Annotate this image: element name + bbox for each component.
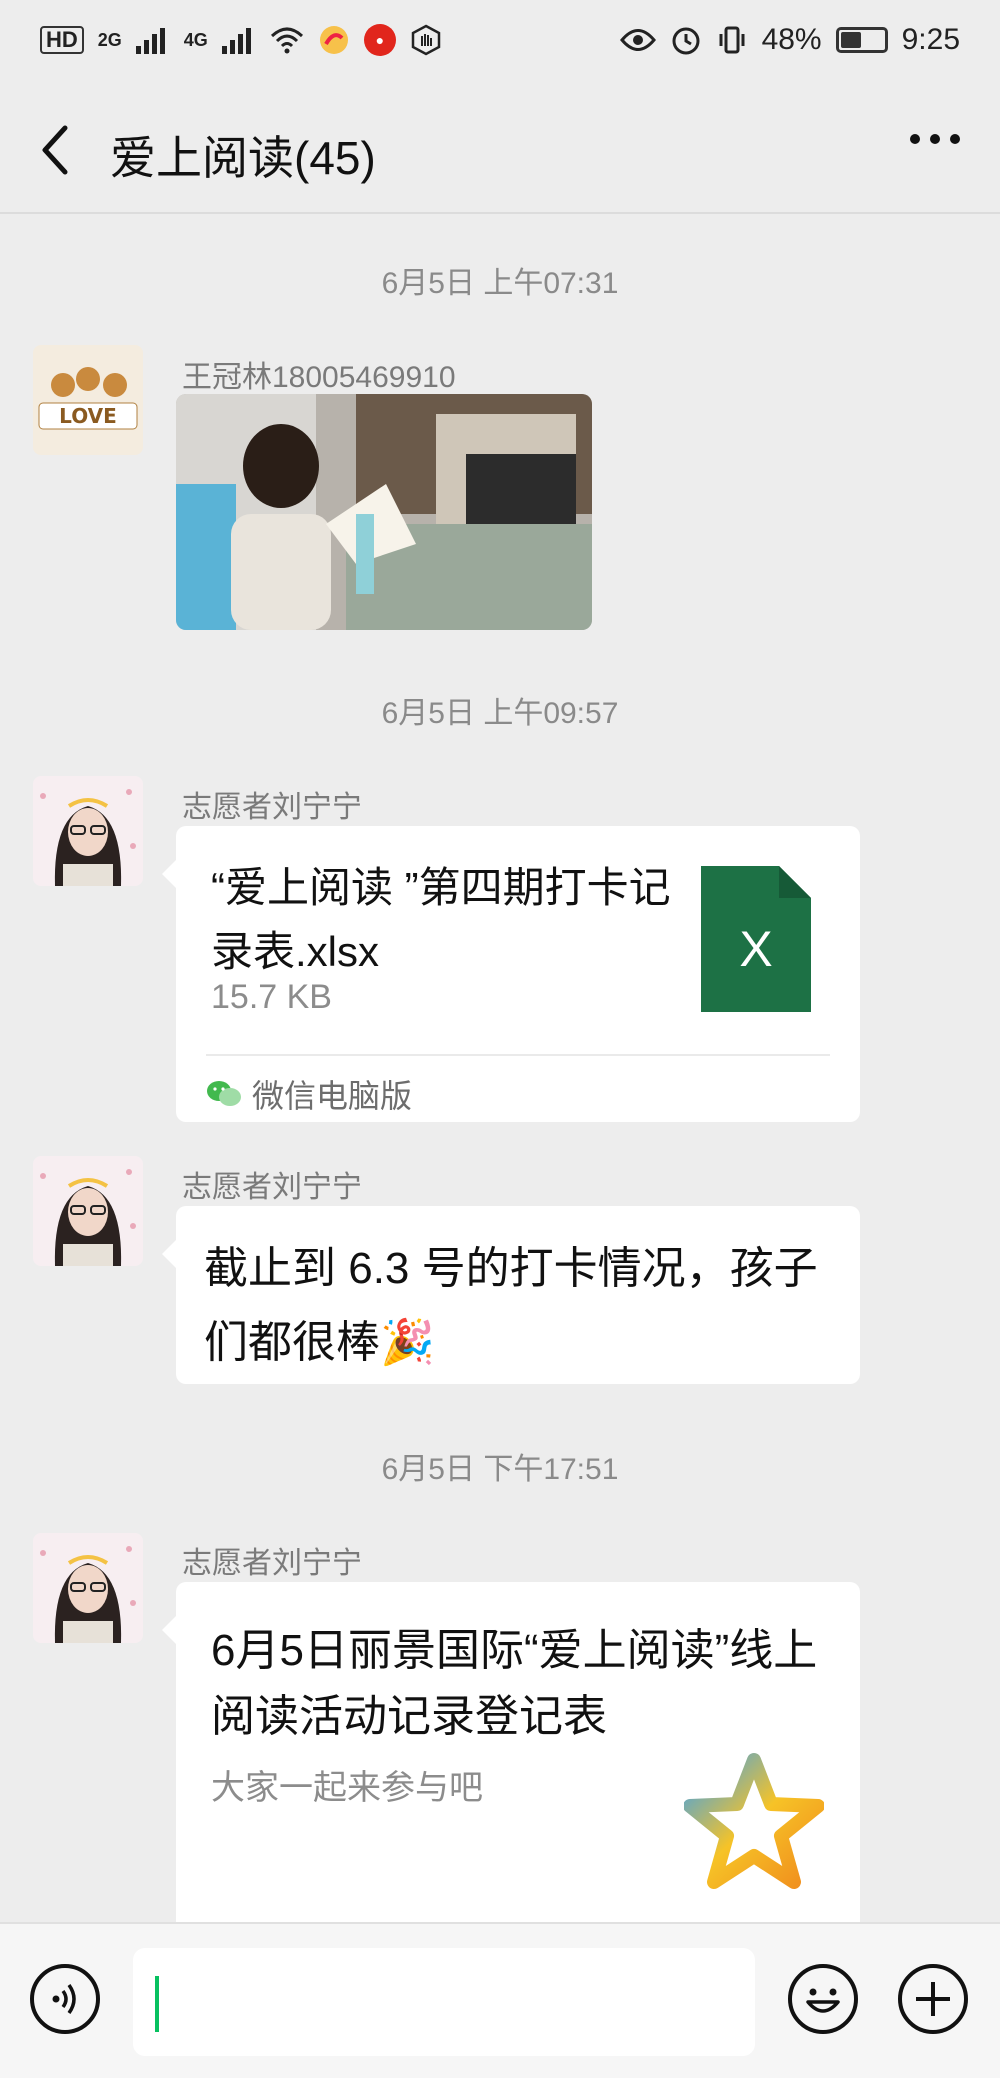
link-message[interactable]: 6月5日丽景国际“爱上阅读”线上阅读活动记录登记表 大家一起来参与吧	[162, 1582, 860, 1922]
header-divider	[0, 212, 1000, 214]
file-divider	[206, 1054, 830, 1056]
battery-level	[840, 32, 861, 48]
timestamp: 6月5日 下午17:51	[381, 1453, 619, 1486]
chat-title: 爱上阅读(45)	[110, 132, 376, 184]
eye-icon	[619, 29, 656, 51]
message-text: 截止到 6.3 号的打卡情况，孩子们都很棒🎉	[204, 1244, 818, 1367]
back-arrow-icon[interactable]	[35, 120, 75, 180]
hd-badge: HD	[40, 26, 84, 54]
battery-icon	[835, 27, 888, 53]
input-bar	[0, 1922, 1000, 2078]
voice-input-button[interactable]	[30, 1964, 100, 2034]
timestamp: 6月5日 上午07:31	[381, 267, 619, 300]
timestamp: 6月5日 上午09:57	[381, 697, 619, 730]
sender-name: 志愿者刘宁宁	[182, 1171, 362, 1204]
clock: 9:25	[901, 23, 960, 56]
text-caret	[155, 1976, 159, 2032]
plus-icon	[916, 1982, 950, 2016]
hand-icon	[411, 24, 441, 56]
news-app-icon: ●	[363, 24, 396, 56]
svg-text:LOVE: LOVE	[59, 404, 117, 428]
voice-icon	[52, 1983, 76, 2015]
file-source: 微信电脑版	[206, 1071, 412, 1117]
file-size: 15.7 KB	[211, 978, 332, 1016]
wechat-icon	[207, 1081, 241, 1106]
image-message[interactable]	[176, 394, 592, 630]
alarm-icon	[672, 27, 700, 55]
more-options-icon[interactable]	[910, 134, 960, 144]
signal-icon	[135, 28, 165, 54]
signal-2g-label: 2G	[97, 29, 122, 50]
sender-name: 志愿者刘宁宁	[182, 1547, 362, 1580]
file-name: “爱上阅读 ”第四期打卡记录表.xlsx	[211, 864, 671, 975]
status-bar: HD 2G 4G ● 48% 9:25	[0, 0, 1000, 80]
status-right: 48% 9:25	[619, 23, 960, 57]
emoji-button[interactable]	[788, 1964, 858, 2034]
add-more-button[interactable]	[898, 1964, 968, 2034]
link-title: 6月5日丽景国际“爱上阅读”线上阅读活动记录登记表	[211, 1626, 818, 1741]
file-source-label: 微信电脑版	[252, 1078, 413, 1114]
battery-percent: 48%	[761, 23, 822, 56]
smiley-icon	[806, 1988, 840, 2013]
star-icon	[684, 1753, 824, 1889]
signal-icon	[221, 28, 251, 54]
chat-header: 爱上阅读(45)	[0, 100, 1000, 210]
message-input[interactable]	[133, 1948, 755, 2056]
wifi-icon	[270, 27, 303, 54]
link-description: 大家一起来参与吧	[211, 1769, 483, 1807]
excel-file-icon: X	[701, 866, 811, 1012]
sender-name: 王冠林18005469910	[182, 361, 456, 394]
avatar[interactable]	[33, 1533, 143, 1643]
signal-4g-label: 4G	[183, 29, 208, 50]
app-notification-icon	[319, 26, 348, 54]
file-message[interactable]: “爱上阅读 ”第四期打卡记录表.xlsx 15.7 KB X 微信电脑版	[162, 826, 860, 1122]
avatar[interactable]	[33, 1156, 143, 1266]
excel-letter: X	[739, 921, 772, 977]
sender-name: 志愿者刘宁宁	[182, 791, 362, 824]
avatar[interactable]	[33, 776, 143, 886]
status-left: HD 2G 4G ●	[40, 24, 442, 56]
avatar[interactable]: LOVE	[33, 345, 143, 455]
text-message[interactable]: 截止到 6.3 号的打卡情况，孩子们都很棒🎉	[162, 1206, 860, 1384]
vibrate-icon	[719, 26, 745, 54]
